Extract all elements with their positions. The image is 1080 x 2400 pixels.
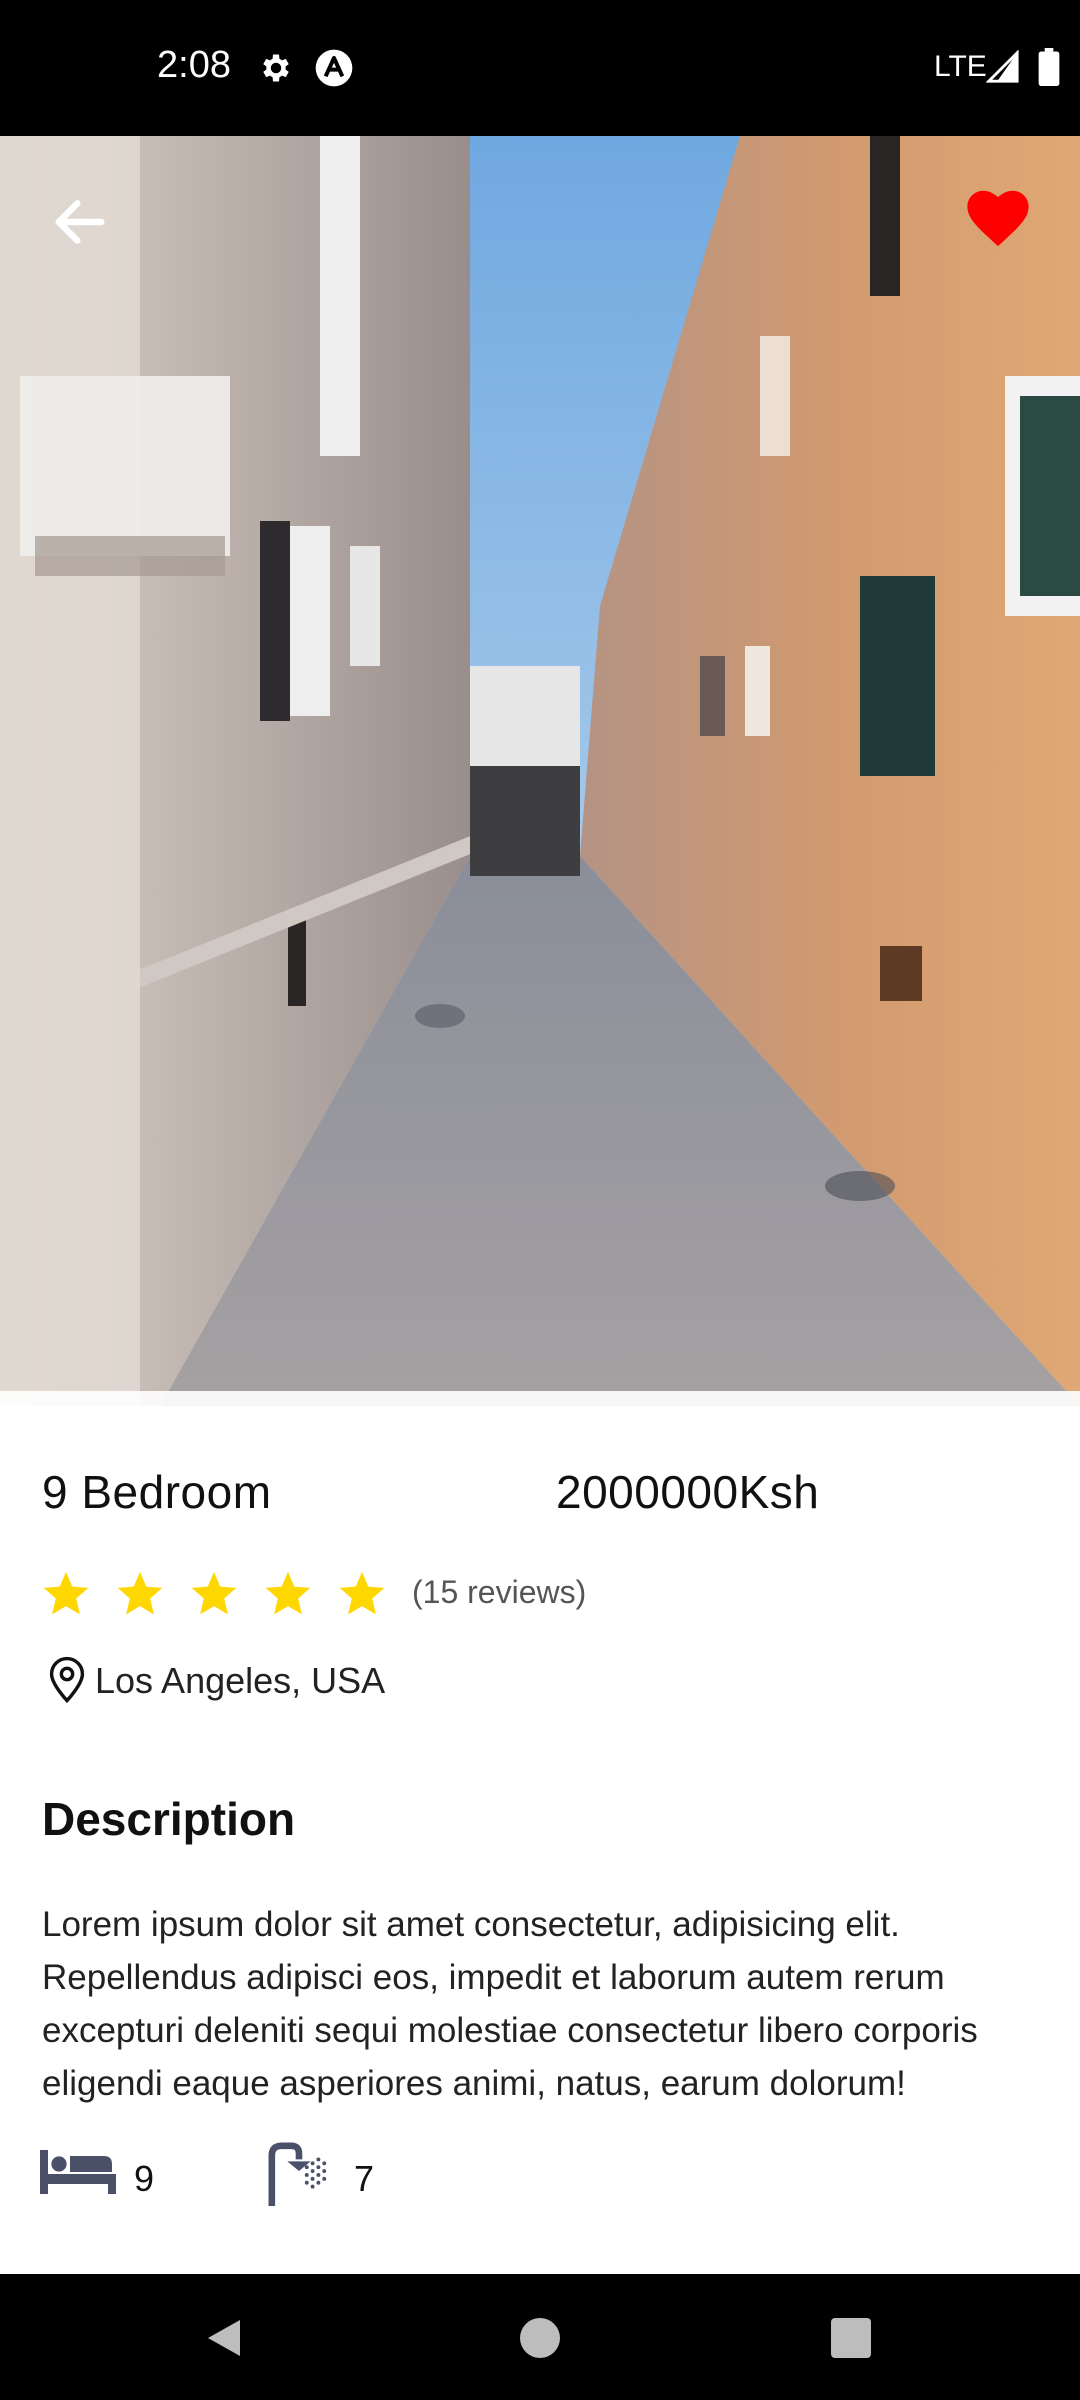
star-icon [43, 1571, 89, 1615]
star-icon [117, 1571, 163, 1615]
bedroom-count: 9 [134, 2158, 155, 2199]
property-location: Los Angeles, USA [95, 1660, 386, 1701]
description-text: Lorem ipsum dolor sit amet consectetur, … [42, 1905, 978, 2103]
status-time: 2:08 [157, 44, 231, 86]
property-title: 9 Bedroom [42, 1466, 272, 1518]
bathroom-count: 7 [354, 2158, 375, 2199]
back-arrow-icon[interactable] [48, 190, 112, 254]
gear-icon [263, 54, 289, 82]
star-icon [339, 1571, 385, 1615]
a-icon [315, 49, 353, 87]
reviews-count: (15 reviews) [412, 1574, 587, 1610]
location-pin-icon [49, 1656, 85, 1704]
network-label: LTE [934, 50, 987, 83]
battery-icon [1038, 48, 1060, 86]
property-price: 2000000Ksh [556, 1466, 820, 1518]
signal-icon [986, 50, 1019, 83]
nav-home-icon[interactable] [520, 2318, 560, 2358]
star-icon [265, 1571, 311, 1615]
status-bar: 2:08 LTE [0, 0, 1080, 136]
alley-photo [0, 136, 1080, 1406]
description-heading: Description [42, 1793, 296, 1845]
nav-back-icon[interactable] [200, 2314, 248, 2362]
nav-recents-icon[interactable] [831, 2318, 871, 2358]
star-icon [191, 1571, 237, 1615]
bed-icon [40, 2150, 116, 2194]
shower-icon [268, 2142, 327, 2206]
property-photo [0, 136, 1080, 1406]
heart-icon[interactable] [963, 184, 1033, 250]
rating-stars [40, 1568, 388, 1624]
